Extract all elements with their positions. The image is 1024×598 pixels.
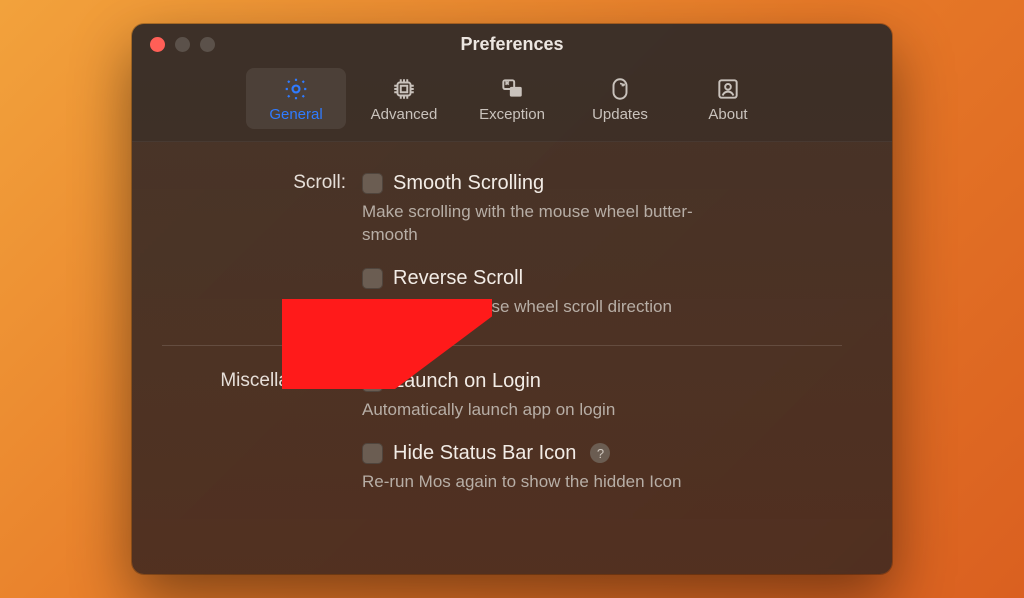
option-hide-status-bar-icon: Hide Status Bar Icon ? Re-run Mos again … xyxy=(362,442,842,494)
option-launch-on-login: Launch on Login Automatically launch app… xyxy=(362,370,842,422)
section-scroll: Scroll: Smooth Scrolling Make scrolling … xyxy=(162,172,842,339)
option-smooth-scrolling: Smooth Scrolling Make scrolling with the… xyxy=(362,172,842,247)
tab-label: About xyxy=(708,106,747,123)
divider xyxy=(162,345,842,346)
tab-about[interactable]: About xyxy=(678,68,778,129)
option-desc: Re-run Mos again to show the hidden Icon xyxy=(362,471,732,494)
tab-label: Updates xyxy=(592,106,648,123)
section-label-scroll: Scroll: xyxy=(162,172,362,339)
traffic-lights xyxy=(132,37,215,52)
windows-icon xyxy=(499,76,525,102)
tab-label: Exception xyxy=(479,106,545,123)
tab-label: General xyxy=(269,106,322,123)
option-desc: Make scrolling with the mouse wheel butt… xyxy=(362,201,732,247)
tab-general[interactable]: General xyxy=(246,68,346,129)
option-desc: Automatically launch app on login xyxy=(362,399,732,422)
help-icon[interactable]: ? xyxy=(590,443,610,463)
section-misc: Miscellaneous: Launch on Login Automatic… xyxy=(162,370,842,514)
checkbox-hide-status-bar-icon[interactable] xyxy=(362,443,383,464)
option-title: Hide Status Bar Icon xyxy=(393,442,576,465)
checkbox-launch-on-login[interactable] xyxy=(362,371,383,392)
content: Scroll: Smooth Scrolling Make scrolling … xyxy=(132,142,892,574)
tab-label: Advanced xyxy=(371,106,438,123)
section-label-misc: Miscellaneous: xyxy=(162,370,362,514)
maximize-button[interactable] xyxy=(200,37,215,52)
tab-exception[interactable]: Exception xyxy=(462,68,562,129)
option-title: Reverse Scroll xyxy=(393,267,523,290)
chip-icon xyxy=(391,76,417,102)
close-button[interactable] xyxy=(150,37,165,52)
option-title: Launch on Login xyxy=(393,370,541,393)
tab-updates[interactable]: Updates xyxy=(570,68,670,129)
refresh-icon xyxy=(607,76,633,102)
checkbox-smooth-scrolling[interactable] xyxy=(362,173,383,194)
option-desc: Reverse the mouse wheel scroll direction xyxy=(362,296,732,319)
toolbar: General Advanced Exception Updates About xyxy=(132,64,892,142)
minimize-button[interactable] xyxy=(175,37,190,52)
option-reverse-scroll: Reverse Scroll Reverse the mouse wheel s… xyxy=(362,267,842,319)
window-title: Preferences xyxy=(132,34,892,55)
preferences-window: Preferences General Advanced Exception U… xyxy=(132,24,892,574)
gear-icon xyxy=(283,76,309,102)
checkbox-reverse-scroll[interactable] xyxy=(362,268,383,289)
titlebar: Preferences xyxy=(132,24,892,64)
person-icon xyxy=(715,76,741,102)
tab-advanced[interactable]: Advanced xyxy=(354,68,454,129)
option-title: Smooth Scrolling xyxy=(393,172,544,195)
